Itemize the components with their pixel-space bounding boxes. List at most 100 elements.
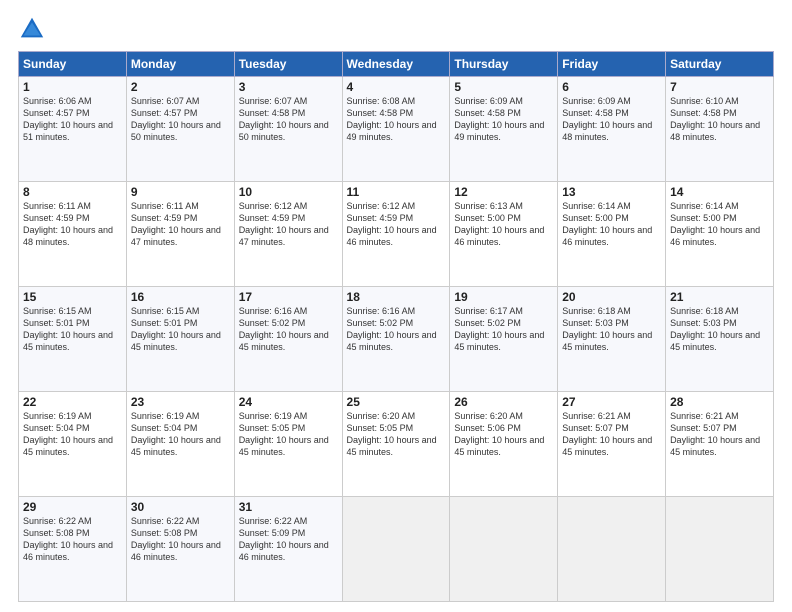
day-content: Sunrise: 6:19 AMSunset: 5:04 PMDaylight:… xyxy=(131,410,230,459)
calendar-week-row: 1Sunrise: 6:06 AMSunset: 4:57 PMDaylight… xyxy=(19,77,774,182)
calendar-day-cell: 30Sunrise: 6:22 AMSunset: 5:08 PMDayligh… xyxy=(126,497,234,602)
day-content: Sunrise: 6:18 AMSunset: 5:03 PMDaylight:… xyxy=(670,305,769,354)
logo xyxy=(18,15,50,43)
day-number: 8 xyxy=(23,185,122,199)
day-number: 17 xyxy=(239,290,338,304)
day-number: 11 xyxy=(347,185,446,199)
calendar-day-cell: 18Sunrise: 6:16 AMSunset: 5:02 PMDayligh… xyxy=(342,287,450,392)
day-content: Sunrise: 6:18 AMSunset: 5:03 PMDaylight:… xyxy=(562,305,661,354)
day-content: Sunrise: 6:20 AMSunset: 5:05 PMDaylight:… xyxy=(347,410,446,459)
col-friday: Friday xyxy=(558,52,666,77)
day-number: 21 xyxy=(670,290,769,304)
calendar-day-cell: 20Sunrise: 6:18 AMSunset: 5:03 PMDayligh… xyxy=(558,287,666,392)
calendar-day-cell: 11Sunrise: 6:12 AMSunset: 4:59 PMDayligh… xyxy=(342,182,450,287)
calendar-day-cell: 10Sunrise: 6:12 AMSunset: 4:59 PMDayligh… xyxy=(234,182,342,287)
calendar-day-cell: 2Sunrise: 6:07 AMSunset: 4:57 PMDaylight… xyxy=(126,77,234,182)
day-content: Sunrise: 6:19 AMSunset: 5:04 PMDaylight:… xyxy=(23,410,122,459)
calendar-day-cell xyxy=(558,497,666,602)
day-number: 7 xyxy=(670,80,769,94)
day-content: Sunrise: 6:19 AMSunset: 5:05 PMDaylight:… xyxy=(239,410,338,459)
day-number: 22 xyxy=(23,395,122,409)
day-number: 16 xyxy=(131,290,230,304)
calendar-day-cell: 26Sunrise: 6:20 AMSunset: 5:06 PMDayligh… xyxy=(450,392,558,497)
calendar-day-cell: 17Sunrise: 6:16 AMSunset: 5:02 PMDayligh… xyxy=(234,287,342,392)
calendar-day-cell: 23Sunrise: 6:19 AMSunset: 5:04 PMDayligh… xyxy=(126,392,234,497)
day-number: 9 xyxy=(131,185,230,199)
day-number: 10 xyxy=(239,185,338,199)
calendar-day-cell: 21Sunrise: 6:18 AMSunset: 5:03 PMDayligh… xyxy=(666,287,774,392)
day-content: Sunrise: 6:15 AMSunset: 5:01 PMDaylight:… xyxy=(23,305,122,354)
calendar-day-cell: 3Sunrise: 6:07 AMSunset: 4:58 PMDaylight… xyxy=(234,77,342,182)
day-content: Sunrise: 6:14 AMSunset: 5:00 PMDaylight:… xyxy=(670,200,769,249)
calendar-day-cell: 25Sunrise: 6:20 AMSunset: 5:05 PMDayligh… xyxy=(342,392,450,497)
day-number: 3 xyxy=(239,80,338,94)
day-content: Sunrise: 6:11 AMSunset: 4:59 PMDaylight:… xyxy=(131,200,230,249)
calendar-day-cell: 12Sunrise: 6:13 AMSunset: 5:00 PMDayligh… xyxy=(450,182,558,287)
day-content: Sunrise: 6:21 AMSunset: 5:07 PMDaylight:… xyxy=(562,410,661,459)
day-number: 13 xyxy=(562,185,661,199)
col-thursday: Thursday xyxy=(450,52,558,77)
col-saturday: Saturday xyxy=(666,52,774,77)
day-number: 1 xyxy=(23,80,122,94)
calendar-day-cell: 19Sunrise: 6:17 AMSunset: 5:02 PMDayligh… xyxy=(450,287,558,392)
day-content: Sunrise: 6:17 AMSunset: 5:02 PMDaylight:… xyxy=(454,305,553,354)
calendar-week-row: 29Sunrise: 6:22 AMSunset: 5:08 PMDayligh… xyxy=(19,497,774,602)
calendar-week-row: 15Sunrise: 6:15 AMSunset: 5:01 PMDayligh… xyxy=(19,287,774,392)
day-number: 23 xyxy=(131,395,230,409)
calendar-day-cell xyxy=(666,497,774,602)
calendar-day-cell: 28Sunrise: 6:21 AMSunset: 5:07 PMDayligh… xyxy=(666,392,774,497)
calendar-day-cell: 7Sunrise: 6:10 AMSunset: 4:58 PMDaylight… xyxy=(666,77,774,182)
calendar-day-cell: 31Sunrise: 6:22 AMSunset: 5:09 PMDayligh… xyxy=(234,497,342,602)
calendar-week-row: 8Sunrise: 6:11 AMSunset: 4:59 PMDaylight… xyxy=(19,182,774,287)
weekday-row: Sunday Monday Tuesday Wednesday Thursday… xyxy=(19,52,774,77)
day-content: Sunrise: 6:07 AMSunset: 4:58 PMDaylight:… xyxy=(239,95,338,144)
calendar-day-cell: 16Sunrise: 6:15 AMSunset: 5:01 PMDayligh… xyxy=(126,287,234,392)
day-content: Sunrise: 6:22 AMSunset: 5:08 PMDaylight:… xyxy=(131,515,230,564)
day-number: 24 xyxy=(239,395,338,409)
col-monday: Monday xyxy=(126,52,234,77)
day-content: Sunrise: 6:09 AMSunset: 4:58 PMDaylight:… xyxy=(562,95,661,144)
calendar-day-cell: 29Sunrise: 6:22 AMSunset: 5:08 PMDayligh… xyxy=(19,497,127,602)
calendar-day-cell: 22Sunrise: 6:19 AMSunset: 5:04 PMDayligh… xyxy=(19,392,127,497)
day-number: 29 xyxy=(23,500,122,514)
day-content: Sunrise: 6:14 AMSunset: 5:00 PMDaylight:… xyxy=(562,200,661,249)
day-content: Sunrise: 6:16 AMSunset: 5:02 PMDaylight:… xyxy=(239,305,338,354)
calendar-day-cell: 5Sunrise: 6:09 AMSunset: 4:58 PMDaylight… xyxy=(450,77,558,182)
calendar-day-cell: 27Sunrise: 6:21 AMSunset: 5:07 PMDayligh… xyxy=(558,392,666,497)
calendar-week-row: 22Sunrise: 6:19 AMSunset: 5:04 PMDayligh… xyxy=(19,392,774,497)
day-number: 4 xyxy=(347,80,446,94)
day-content: Sunrise: 6:10 AMSunset: 4:58 PMDaylight:… xyxy=(670,95,769,144)
calendar-day-cell: 13Sunrise: 6:14 AMSunset: 5:00 PMDayligh… xyxy=(558,182,666,287)
day-content: Sunrise: 6:22 AMSunset: 5:08 PMDaylight:… xyxy=(23,515,122,564)
day-number: 12 xyxy=(454,185,553,199)
calendar-day-cell: 4Sunrise: 6:08 AMSunset: 4:58 PMDaylight… xyxy=(342,77,450,182)
day-content: Sunrise: 6:13 AMSunset: 5:00 PMDaylight:… xyxy=(454,200,553,249)
day-number: 5 xyxy=(454,80,553,94)
day-content: Sunrise: 6:22 AMSunset: 5:09 PMDaylight:… xyxy=(239,515,338,564)
day-number: 30 xyxy=(131,500,230,514)
day-content: Sunrise: 6:11 AMSunset: 4:59 PMDaylight:… xyxy=(23,200,122,249)
day-content: Sunrise: 6:20 AMSunset: 5:06 PMDaylight:… xyxy=(454,410,553,459)
calendar-day-cell: 8Sunrise: 6:11 AMSunset: 4:59 PMDaylight… xyxy=(19,182,127,287)
calendar-day-cell: 24Sunrise: 6:19 AMSunset: 5:05 PMDayligh… xyxy=(234,392,342,497)
day-number: 6 xyxy=(562,80,661,94)
day-number: 28 xyxy=(670,395,769,409)
calendar-table: Sunday Monday Tuesday Wednesday Thursday… xyxy=(18,51,774,602)
day-number: 19 xyxy=(454,290,553,304)
day-content: Sunrise: 6:08 AMSunset: 4:58 PMDaylight:… xyxy=(347,95,446,144)
calendar-day-cell xyxy=(342,497,450,602)
day-content: Sunrise: 6:06 AMSunset: 4:57 PMDaylight:… xyxy=(23,95,122,144)
calendar-day-cell xyxy=(450,497,558,602)
day-content: Sunrise: 6:16 AMSunset: 5:02 PMDaylight:… xyxy=(347,305,446,354)
day-number: 15 xyxy=(23,290,122,304)
day-number: 27 xyxy=(562,395,661,409)
calendar-header: Sunday Monday Tuesday Wednesday Thursday… xyxy=(19,52,774,77)
calendar-day-cell: 1Sunrise: 6:06 AMSunset: 4:57 PMDaylight… xyxy=(19,77,127,182)
calendar-day-cell: 6Sunrise: 6:09 AMSunset: 4:58 PMDaylight… xyxy=(558,77,666,182)
day-content: Sunrise: 6:15 AMSunset: 5:01 PMDaylight:… xyxy=(131,305,230,354)
calendar-day-cell: 15Sunrise: 6:15 AMSunset: 5:01 PMDayligh… xyxy=(19,287,127,392)
day-content: Sunrise: 6:07 AMSunset: 4:57 PMDaylight:… xyxy=(131,95,230,144)
calendar-day-cell: 14Sunrise: 6:14 AMSunset: 5:00 PMDayligh… xyxy=(666,182,774,287)
calendar-body: 1Sunrise: 6:06 AMSunset: 4:57 PMDaylight… xyxy=(19,77,774,602)
day-content: Sunrise: 6:21 AMSunset: 5:07 PMDaylight:… xyxy=(670,410,769,459)
